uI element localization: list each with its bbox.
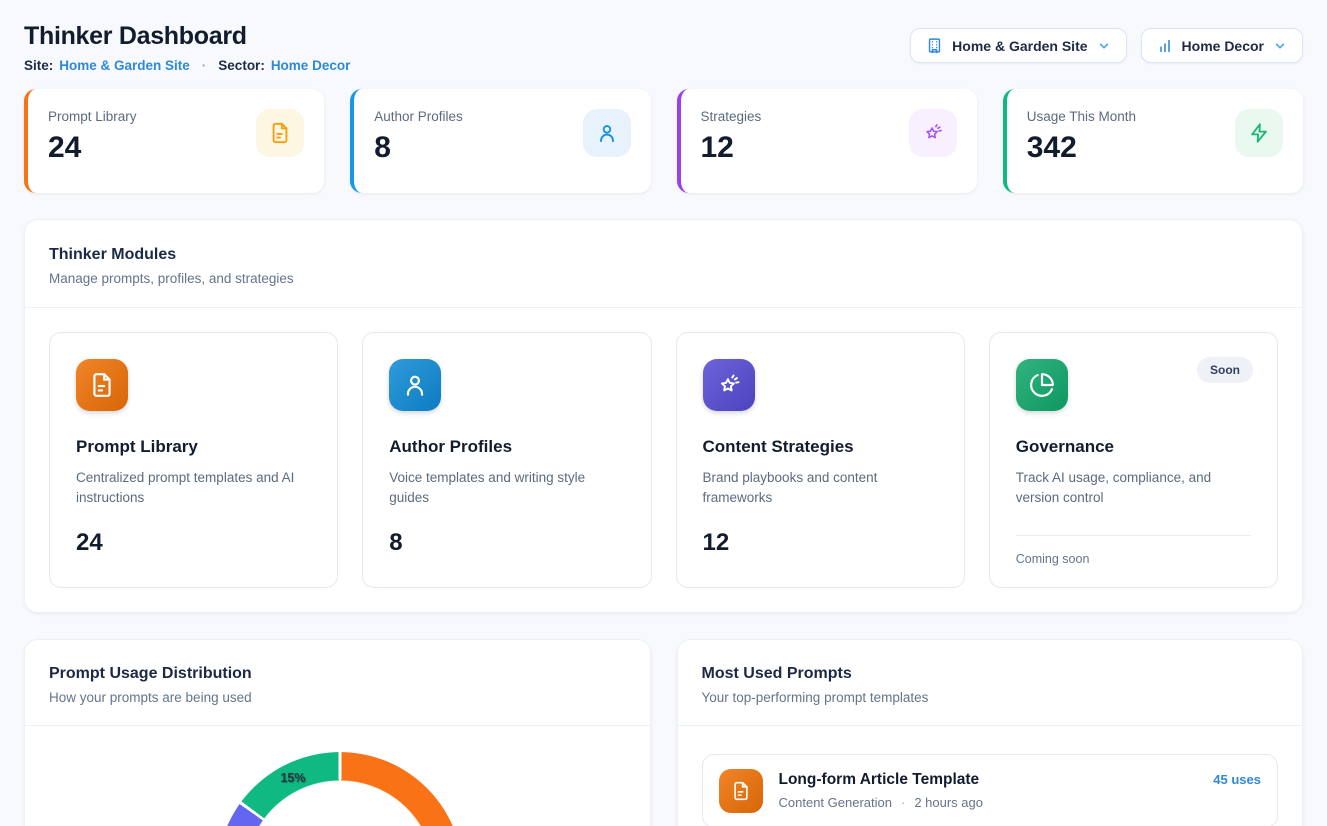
title-block: Thinker Dashboard Site: Home & Garden Si… <box>24 22 350 73</box>
stat-value: 8 <box>374 133 463 163</box>
module-description: Voice templates and writing style guides <box>389 468 624 509</box>
sector-label: Sector: <box>218 58 265 73</box>
module-title: Author Profiles <box>389 437 624 457</box>
file-text-icon <box>719 769 763 813</box>
stat-card-author-profiles[interactable]: Author Profiles 8 <box>350 89 650 193</box>
thinker-modules-panel: Thinker Modules Manage prompts, profiles… <box>24 219 1303 613</box>
user-icon <box>583 109 631 157</box>
site-selector[interactable]: Home & Garden Site <box>910 28 1126 63</box>
zap-icon <box>1235 109 1283 157</box>
chevron-down-icon <box>1097 39 1111 53</box>
modules-panel-title: Thinker Modules <box>49 246 1278 264</box>
module-count: 12 <box>703 529 938 557</box>
module-card-content-strategies[interactable]: Content Strategies Brand playbooks and c… <box>676 332 965 588</box>
module-description: Brand playbooks and content frameworks <box>703 468 938 509</box>
prompts-card-subtitle: Your top-performing prompt templates <box>702 690 1279 705</box>
module-title: Content Strategies <box>703 437 938 457</box>
chevron-down-icon <box>1273 39 1287 53</box>
module-card-author-profiles[interactable]: Author Profiles Voice templates and writ… <box>362 332 651 588</box>
usage-distribution-card: Prompt Usage Distribution How your promp… <box>24 639 651 826</box>
stat-value: 12 <box>701 133 762 163</box>
page-title: Thinker Dashboard <box>24 22 350 51</box>
sparkle-star-icon <box>909 109 957 157</box>
dashboard-page: Thinker Dashboard Site: Home & Garden Si… <box>0 0 1327 826</box>
module-description: Track AI usage, compliance, and version … <box>1016 468 1251 509</box>
usage-donut-chart: 15% <box>25 726 650 826</box>
breadcrumb: Site: Home & Garden Site · Sector: Home … <box>24 58 350 73</box>
stat-card-strategies[interactable]: Strategies 12 <box>677 89 977 193</box>
module-divider <box>1016 535 1251 536</box>
stat-label: Usage This Month <box>1027 109 1136 124</box>
module-title: Prompt Library <box>76 437 311 457</box>
building-icon <box>926 37 943 54</box>
prompt-meta: Content Generation · 2 hours ago <box>779 795 1198 810</box>
donut-segment-label: 15% <box>280 771 305 785</box>
modules-panel-subtitle: Manage prompts, profiles, and strategies <box>49 271 1278 286</box>
prompt-title: Long-form Article Template <box>779 771 1198 789</box>
modules-grid: Prompt Library Centralized prompt templa… <box>25 308 1302 612</box>
pie-chart-icon <box>1016 359 1068 411</box>
module-card-prompt-library[interactable]: Prompt Library Centralized prompt templa… <box>49 332 338 588</box>
stats-row: Prompt Library 24 Author Profiles 8 <box>24 89 1303 193</box>
site-selector-label: Home & Garden Site <box>952 38 1087 54</box>
sector-link[interactable]: Home Decor <box>271 58 351 73</box>
most-used-prompts-card: Most Used Prompts Your top-performing pr… <box>677 639 1304 826</box>
prompt-list: Long-form Article Template Content Gener… <box>678 726 1303 826</box>
user-icon <box>389 359 441 411</box>
stat-value: 342 <box>1027 133 1136 163</box>
stat-card-prompt-library[interactable]: Prompt Library 24 <box>24 89 324 193</box>
sector-selector-label: Home Decor <box>1182 38 1264 54</box>
separator-dot: · <box>901 795 905 810</box>
modules-panel-header: Thinker Modules Manage prompts, profiles… <box>25 220 1302 308</box>
stat-label: Prompt Library <box>48 109 137 124</box>
usage-donut[interactable] <box>217 752 463 826</box>
stat-label: Author Profiles <box>374 109 463 124</box>
page-header: Thinker Dashboard Site: Home & Garden Si… <box>24 22 1303 73</box>
usage-card-subtitle: How your prompts are being used <box>49 690 626 705</box>
usage-card-title: Prompt Usage Distribution <box>49 665 626 683</box>
stat-card-usage[interactable]: Usage This Month 342 <box>1003 89 1303 193</box>
soon-badge: Soon <box>1197 357 1253 383</box>
prompts-card-header: Most Used Prompts Your top-performing pr… <box>678 640 1303 726</box>
stat-value: 24 <box>48 133 137 163</box>
prompt-category: Content Generation <box>779 795 892 810</box>
bar-chart-icon <box>1157 38 1173 54</box>
sector-selector[interactable]: Home Decor <box>1141 28 1303 63</box>
module-count: 8 <box>389 529 624 557</box>
stat-label: Strategies <box>701 109 762 124</box>
coming-soon-text: Coming soon <box>1016 552 1251 566</box>
sparkle-star-icon <box>703 359 755 411</box>
module-card-governance[interactable]: Soon Governance Track AI usage, complian… <box>989 332 1278 588</box>
usage-card-header: Prompt Usage Distribution How your promp… <box>25 640 650 726</box>
separator-dot: · <box>202 58 207 73</box>
prompts-card-title: Most Used Prompts <box>702 665 1279 683</box>
module-title: Governance <box>1016 437 1251 457</box>
header-selectors: Home & Garden Site Home Decor <box>910 28 1303 63</box>
file-text-icon <box>256 109 304 157</box>
site-link[interactable]: Home & Garden Site <box>59 58 190 73</box>
bottom-row: Prompt Usage Distribution How your promp… <box>24 639 1303 826</box>
prompt-list-item[interactable]: Long-form Article Template Content Gener… <box>702 754 1279 826</box>
prompt-time: 2 hours ago <box>914 795 983 810</box>
prompt-uses-badge: 45 uses <box>1213 772 1261 787</box>
module-count: 24 <box>76 529 311 557</box>
file-text-icon <box>76 359 128 411</box>
module-description: Centralized prompt templates and AI inst… <box>76 468 311 509</box>
site-label: Site: <box>24 58 53 73</box>
